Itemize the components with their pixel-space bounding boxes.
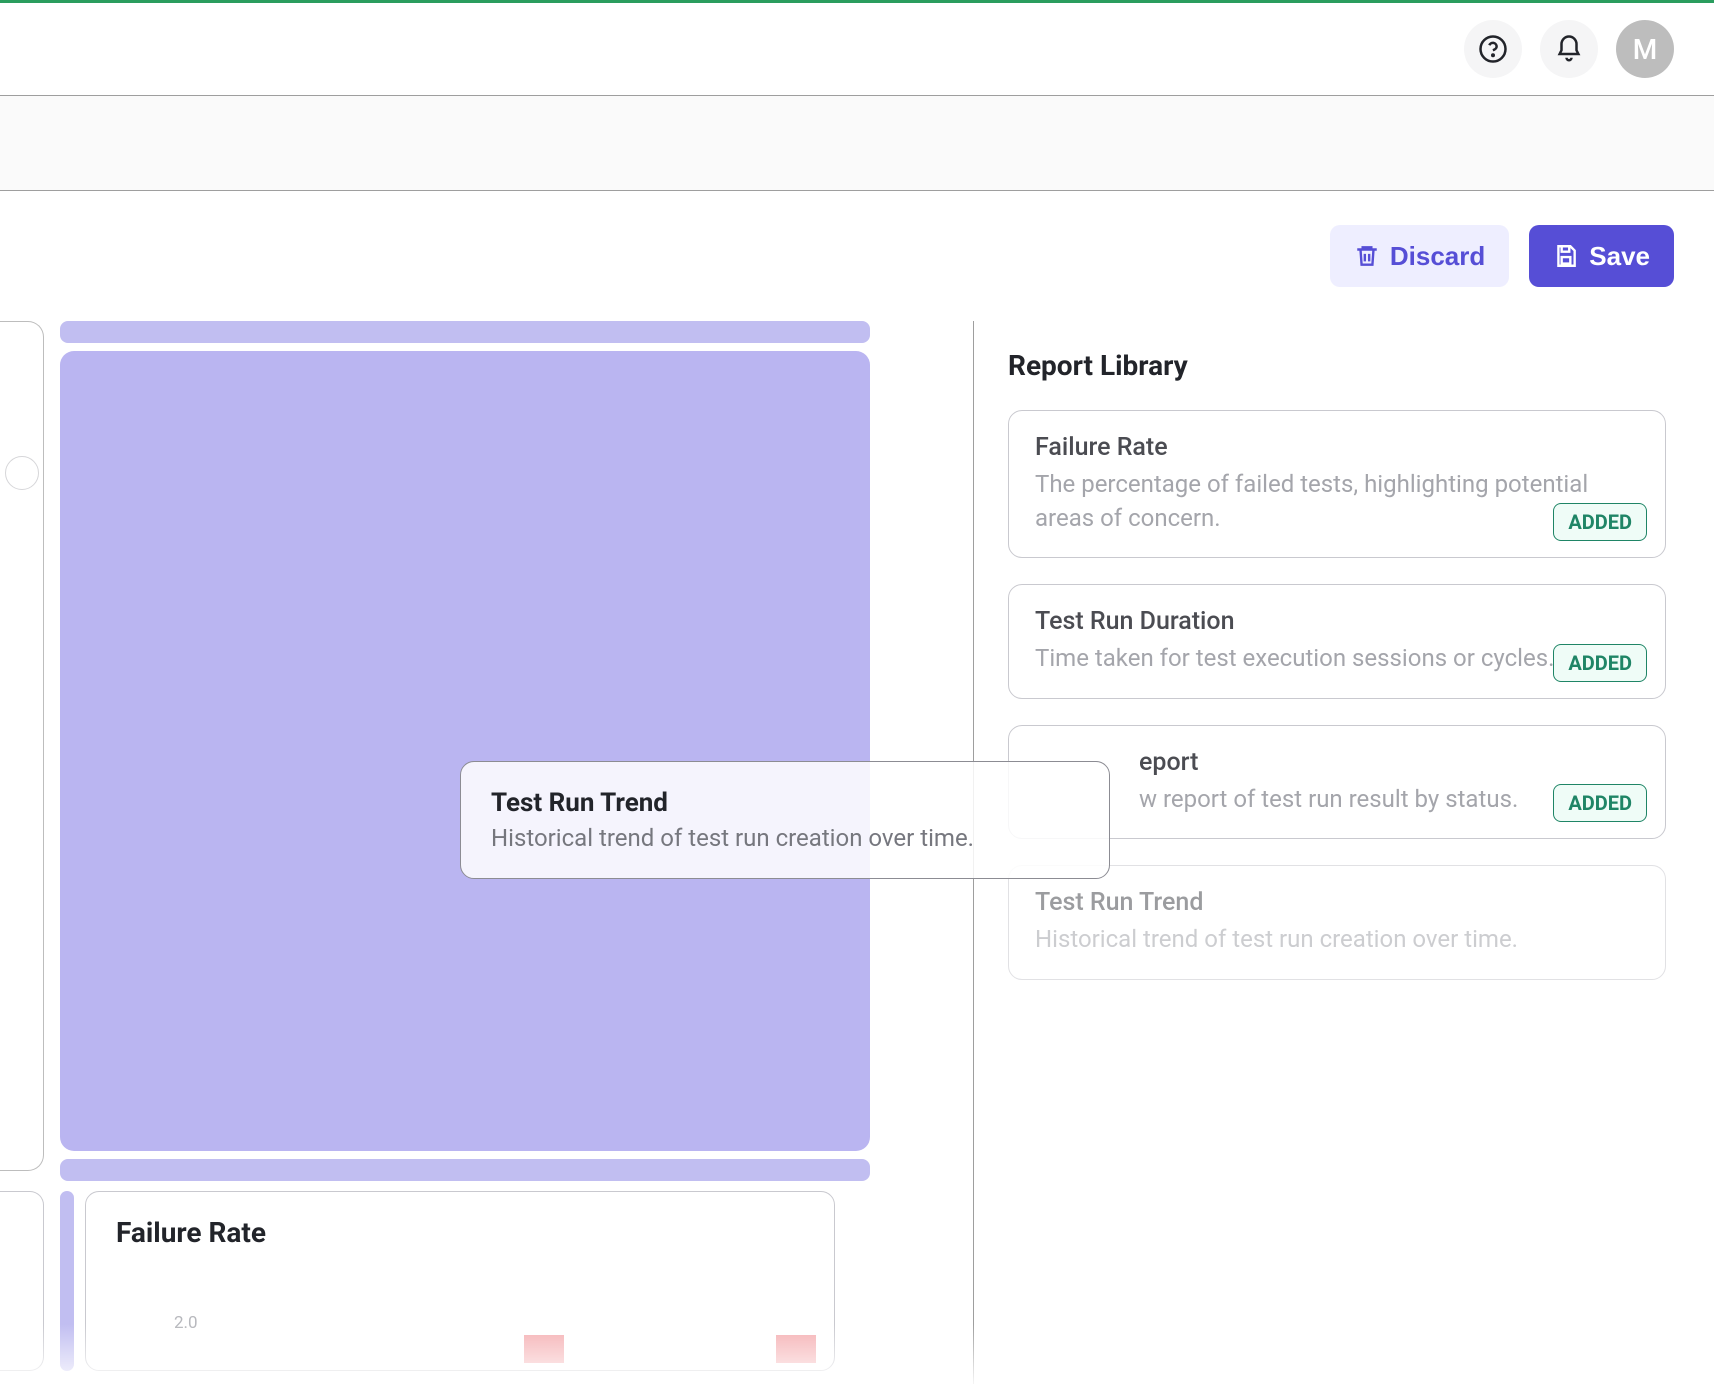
- library-item-title: Failure Rate: [1035, 433, 1639, 462]
- library-item-description: Time taken for test execution sessions o…: [1035, 642, 1639, 676]
- discard-label: Discard: [1390, 241, 1485, 272]
- dragging-card-description: Historical trend of test run creation ov…: [491, 824, 1079, 852]
- main-area: Failure Rate 2.0 Report Library Failure …: [0, 321, 1714, 1384]
- top-bar: M: [0, 0, 1714, 95]
- y-tick-label: 2.0: [174, 1313, 198, 1333]
- save-label: Save: [1589, 241, 1650, 272]
- library-item-failure-rate[interactable]: Failure Rate The percentage of failed te…: [1008, 410, 1666, 558]
- library-item-title: Test Run Trend: [1035, 888, 1639, 917]
- save-button[interactable]: Save: [1529, 225, 1674, 287]
- dragging-report-card[interactable]: Test Run Trend Historical trend of test …: [460, 761, 1110, 879]
- dragging-card-title: Test Run Trend: [491, 788, 1079, 818]
- secondary-bar: [0, 95, 1714, 191]
- drop-indicator-top: [60, 321, 870, 343]
- dropzone-slot[interactable]: [60, 351, 870, 1151]
- trash-icon: [1354, 243, 1380, 269]
- chart-bar: [776, 1335, 816, 1363]
- library-item-description: Historical trend of test run creation ov…: [1035, 923, 1639, 957]
- right-strip: [834, 1192, 835, 1370]
- left-strip: [60, 1191, 74, 1371]
- bell-icon: [1554, 34, 1584, 64]
- added-badge: ADDED: [1553, 784, 1647, 822]
- cropped-widget-left: [0, 321, 44, 1171]
- help-button[interactable]: [1464, 20, 1522, 78]
- cropped-widget-bottom-left: [0, 1191, 44, 1371]
- widget-title: Failure Rate: [116, 1216, 804, 1249]
- save-icon: [1553, 243, 1579, 269]
- avatar-initial: M: [1633, 33, 1658, 66]
- help-circle-icon: [1478, 34, 1508, 64]
- notifications-button[interactable]: [1540, 20, 1598, 78]
- library-item-title: Test Run Duration: [1035, 607, 1639, 636]
- added-badge: ADDED: [1553, 644, 1647, 682]
- badge-circle: [5, 456, 39, 490]
- library-item-description: The percentage of failed tests, highligh…: [1035, 468, 1639, 535]
- chart-bar: [524, 1335, 564, 1363]
- library-item-test-run-trend[interactable]: Test Run Trend Historical trend of test …: [1008, 865, 1666, 980]
- failure-rate-widget[interactable]: Failure Rate 2.0: [85, 1191, 835, 1371]
- added-badge: ADDED: [1553, 503, 1647, 541]
- avatar[interactable]: M: [1616, 20, 1674, 78]
- library-item-test-run-duration[interactable]: Test Run Duration Time taken for test ex…: [1008, 584, 1666, 699]
- failure-rate-chart: 2.0: [116, 1273, 804, 1363]
- library-title: Report Library: [1008, 349, 1666, 382]
- library-item-title: eport: [1139, 748, 1639, 777]
- discard-button[interactable]: Discard: [1330, 225, 1509, 287]
- drop-indicator-bottom: [60, 1159, 870, 1181]
- action-bar: Discard Save: [0, 191, 1714, 321]
